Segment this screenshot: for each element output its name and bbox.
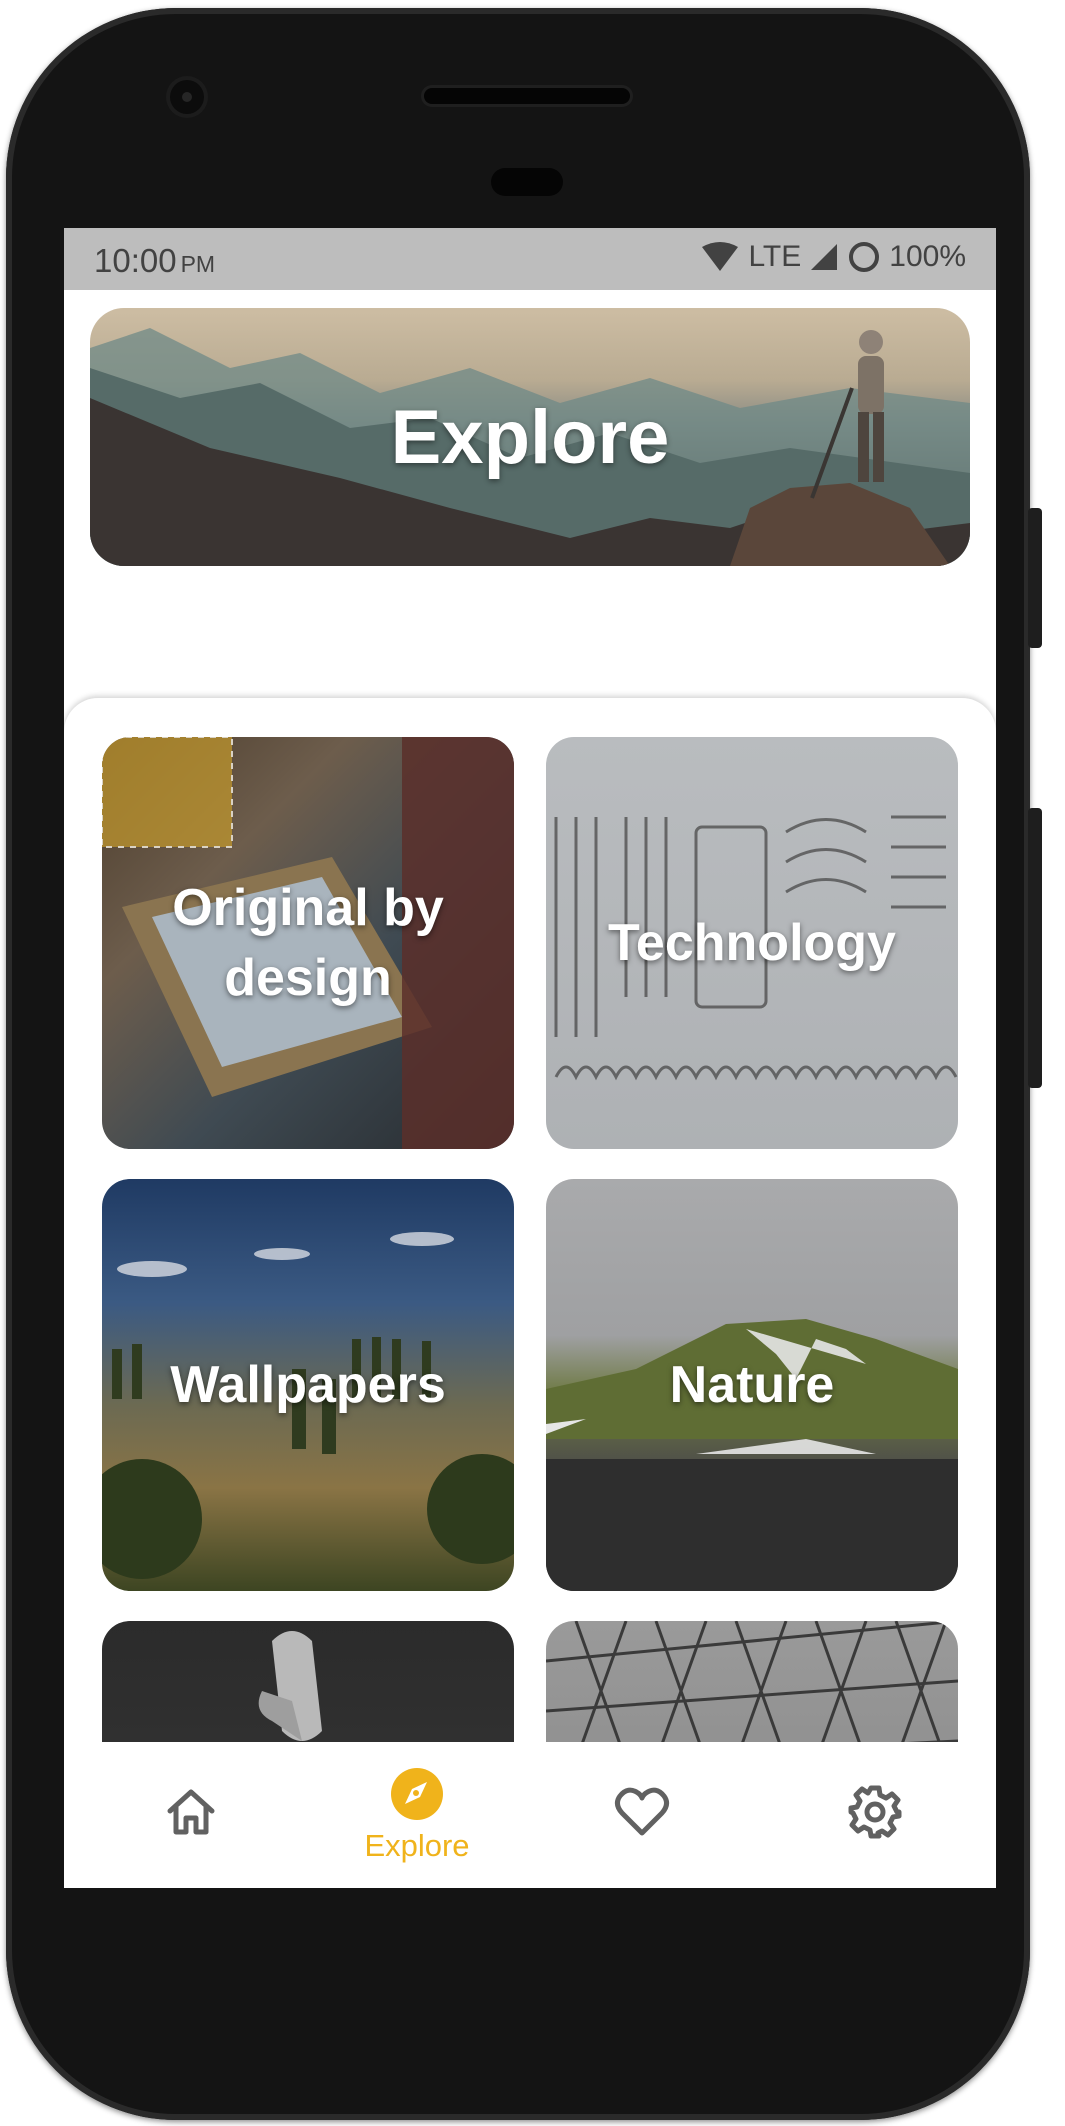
- category-title: Original by design: [172, 878, 444, 1007]
- cell-signal-icon: [811, 244, 838, 270]
- status-bar: 10:00 PM LTE 100%: [64, 228, 996, 290]
- category-title: Wallpapers: [170, 1355, 446, 1414]
- home-icon: [167, 1789, 215, 1835]
- power-button: [1028, 508, 1042, 648]
- front-camera-icon: [170, 80, 204, 114]
- nav-explore[interactable]: Explore: [347, 1742, 487, 1888]
- status-time-ampm: PM: [180, 251, 216, 277]
- phone-frame: 10:00 PM LTE 100% Explore Original by de…: [6, 8, 1042, 2120]
- category-card-original-by-design[interactable]: Original by design: [102, 737, 514, 1149]
- earpiece-speaker: [424, 88, 630, 104]
- heart-icon: [614, 1787, 670, 1836]
- compass-icon: [391, 1768, 443, 1820]
- volume-button: [1028, 808, 1042, 1088]
- gear-icon: [848, 1785, 902, 1839]
- status-time: 10:00 PM: [94, 242, 215, 280]
- proximity-sensor: [491, 168, 563, 196]
- wifi-icon: [702, 242, 739, 271]
- nav-settings[interactable]: [815, 1742, 935, 1888]
- battery-ring-icon: [849, 242, 880, 272]
- category-card-technology[interactable]: Technology: [546, 737, 958, 1149]
- category-card-nature[interactable]: Nature: [546, 1179, 958, 1591]
- nav-favorites[interactable]: [582, 1742, 702, 1888]
- nav-explore-label: Explore: [364, 1828, 470, 1863]
- explore-hero-banner[interactable]: Explore: [90, 308, 970, 566]
- status-time-value: 10:00: [94, 242, 177, 279]
- network-type: LTE: [748, 240, 802, 273]
- hero-title: Explore: [390, 394, 670, 480]
- bottom-navigation: Explore: [64, 1742, 996, 1888]
- battery-level: 100%: [889, 240, 966, 273]
- category-card-wallpapers[interactable]: Wallpapers: [102, 1179, 514, 1591]
- category-title: Technology: [608, 913, 896, 972]
- app-screen: 10:00 PM LTE 100% Explore Original by de…: [64, 228, 996, 1888]
- status-icons: LTE 100%: [700, 240, 966, 274]
- category-title: Nature: [669, 1355, 835, 1414]
- nav-home[interactable]: [131, 1742, 251, 1888]
